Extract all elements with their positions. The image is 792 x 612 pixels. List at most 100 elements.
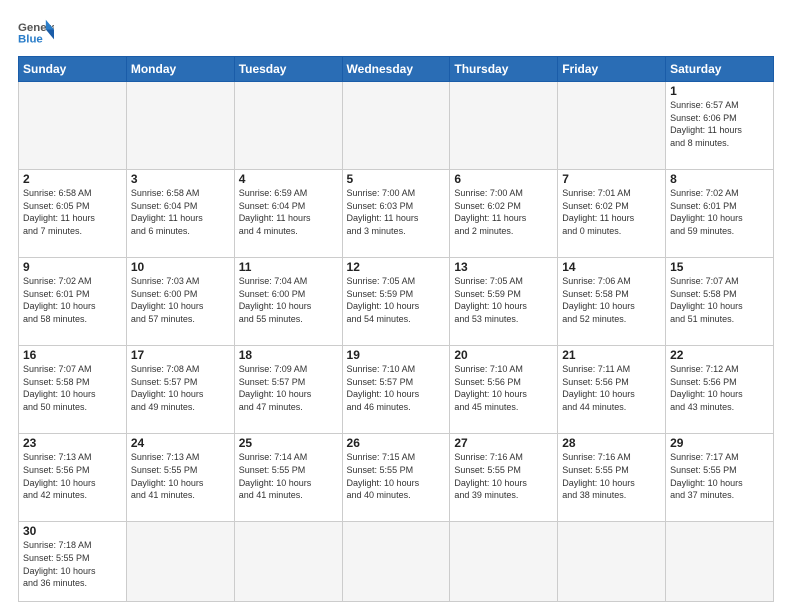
day-number: 27 bbox=[454, 436, 553, 450]
svg-text:Blue: Blue bbox=[18, 34, 43, 46]
day-number: 3 bbox=[131, 172, 230, 186]
day-number: 7 bbox=[562, 172, 661, 186]
day-info: Sunrise: 7:13 AM Sunset: 5:55 PM Dayligh… bbox=[131, 451, 230, 501]
calendar-cell bbox=[450, 82, 558, 170]
calendar-cell: 2Sunrise: 6:58 AM Sunset: 6:05 PM Daylig… bbox=[19, 170, 127, 258]
calendar-cell: 23Sunrise: 7:13 AM Sunset: 5:56 PM Dayli… bbox=[19, 434, 127, 522]
day-number: 17 bbox=[131, 348, 230, 362]
calendar-cell: 19Sunrise: 7:10 AM Sunset: 5:57 PM Dayli… bbox=[342, 346, 450, 434]
day-number: 2 bbox=[23, 172, 122, 186]
day-info: Sunrise: 7:04 AM Sunset: 6:00 PM Dayligh… bbox=[239, 275, 338, 325]
calendar-cell: 24Sunrise: 7:13 AM Sunset: 5:55 PM Dayli… bbox=[126, 434, 234, 522]
calendar-cell bbox=[19, 82, 127, 170]
day-number: 21 bbox=[562, 348, 661, 362]
day-info: Sunrise: 7:06 AM Sunset: 5:58 PM Dayligh… bbox=[562, 275, 661, 325]
calendar-cell bbox=[666, 522, 774, 602]
calendar-cell: 30Sunrise: 7:18 AM Sunset: 5:55 PM Dayli… bbox=[19, 522, 127, 602]
day-info: Sunrise: 6:58 AM Sunset: 6:04 PM Dayligh… bbox=[131, 187, 230, 237]
calendar-cell bbox=[234, 522, 342, 602]
day-number: 5 bbox=[347, 172, 446, 186]
calendar-table: SundayMondayTuesdayWednesdayThursdayFrid… bbox=[18, 56, 774, 602]
calendar-cell: 20Sunrise: 7:10 AM Sunset: 5:56 PM Dayli… bbox=[450, 346, 558, 434]
calendar-cell bbox=[558, 522, 666, 602]
day-number: 25 bbox=[239, 436, 338, 450]
calendar-cell: 8Sunrise: 7:02 AM Sunset: 6:01 PM Daylig… bbox=[666, 170, 774, 258]
day-number: 16 bbox=[23, 348, 122, 362]
weekday-header-friday: Friday bbox=[558, 57, 666, 82]
day-number: 26 bbox=[347, 436, 446, 450]
calendar-cell bbox=[450, 522, 558, 602]
calendar-cell: 7Sunrise: 7:01 AM Sunset: 6:02 PM Daylig… bbox=[558, 170, 666, 258]
day-number: 23 bbox=[23, 436, 122, 450]
day-info: Sunrise: 7:02 AM Sunset: 6:01 PM Dayligh… bbox=[23, 275, 122, 325]
calendar-cell: 21Sunrise: 7:11 AM Sunset: 5:56 PM Dayli… bbox=[558, 346, 666, 434]
calendar-cell: 18Sunrise: 7:09 AM Sunset: 5:57 PM Dayli… bbox=[234, 346, 342, 434]
calendar-cell: 5Sunrise: 7:00 AM Sunset: 6:03 PM Daylig… bbox=[342, 170, 450, 258]
day-info: Sunrise: 7:05 AM Sunset: 5:59 PM Dayligh… bbox=[347, 275, 446, 325]
page: General Blue SundayMondayTuesdayWednesda… bbox=[0, 0, 792, 612]
day-info: Sunrise: 6:59 AM Sunset: 6:04 PM Dayligh… bbox=[239, 187, 338, 237]
day-number: 10 bbox=[131, 260, 230, 274]
calendar-cell: 1Sunrise: 6:57 AM Sunset: 6:06 PM Daylig… bbox=[666, 82, 774, 170]
generalblue-logo-icon: General Blue bbox=[18, 18, 54, 46]
day-number: 18 bbox=[239, 348, 338, 362]
calendar-cell: 27Sunrise: 7:16 AM Sunset: 5:55 PM Dayli… bbox=[450, 434, 558, 522]
day-number: 9 bbox=[23, 260, 122, 274]
weekday-header-tuesday: Tuesday bbox=[234, 57, 342, 82]
day-info: Sunrise: 7:03 AM Sunset: 6:00 PM Dayligh… bbox=[131, 275, 230, 325]
day-number: 8 bbox=[670, 172, 769, 186]
day-number: 14 bbox=[562, 260, 661, 274]
day-info: Sunrise: 7:08 AM Sunset: 5:57 PM Dayligh… bbox=[131, 363, 230, 413]
weekday-header-wednesday: Wednesday bbox=[342, 57, 450, 82]
day-info: Sunrise: 7:02 AM Sunset: 6:01 PM Dayligh… bbox=[670, 187, 769, 237]
day-info: Sunrise: 7:16 AM Sunset: 5:55 PM Dayligh… bbox=[454, 451, 553, 501]
calendar-cell bbox=[342, 522, 450, 602]
day-number: 24 bbox=[131, 436, 230, 450]
day-info: Sunrise: 7:17 AM Sunset: 5:55 PM Dayligh… bbox=[670, 451, 769, 501]
weekday-header-saturday: Saturday bbox=[666, 57, 774, 82]
calendar-cell: 9Sunrise: 7:02 AM Sunset: 6:01 PM Daylig… bbox=[19, 258, 127, 346]
day-number: 1 bbox=[670, 84, 769, 98]
weekday-header-sunday: Sunday bbox=[19, 57, 127, 82]
day-number: 13 bbox=[454, 260, 553, 274]
day-number: 30 bbox=[23, 524, 122, 538]
calendar-cell bbox=[234, 82, 342, 170]
day-info: Sunrise: 7:10 AM Sunset: 5:56 PM Dayligh… bbox=[454, 363, 553, 413]
calendar-cell: 16Sunrise: 7:07 AM Sunset: 5:58 PM Dayli… bbox=[19, 346, 127, 434]
day-number: 15 bbox=[670, 260, 769, 274]
calendar-cell: 10Sunrise: 7:03 AM Sunset: 6:00 PM Dayli… bbox=[126, 258, 234, 346]
day-info: Sunrise: 7:18 AM Sunset: 5:55 PM Dayligh… bbox=[23, 539, 122, 589]
day-number: 22 bbox=[670, 348, 769, 362]
calendar-cell: 6Sunrise: 7:00 AM Sunset: 6:02 PM Daylig… bbox=[450, 170, 558, 258]
calendar-cell: 4Sunrise: 6:59 AM Sunset: 6:04 PM Daylig… bbox=[234, 170, 342, 258]
day-number: 19 bbox=[347, 348, 446, 362]
calendar-cell: 3Sunrise: 6:58 AM Sunset: 6:04 PM Daylig… bbox=[126, 170, 234, 258]
day-number: 6 bbox=[454, 172, 553, 186]
day-info: Sunrise: 6:58 AM Sunset: 6:05 PM Dayligh… bbox=[23, 187, 122, 237]
day-number: 4 bbox=[239, 172, 338, 186]
day-number: 20 bbox=[454, 348, 553, 362]
day-info: Sunrise: 7:13 AM Sunset: 5:56 PM Dayligh… bbox=[23, 451, 122, 501]
weekday-header-monday: Monday bbox=[126, 57, 234, 82]
day-info: Sunrise: 7:12 AM Sunset: 5:56 PM Dayligh… bbox=[670, 363, 769, 413]
day-info: Sunrise: 7:10 AM Sunset: 5:57 PM Dayligh… bbox=[347, 363, 446, 413]
day-info: Sunrise: 7:07 AM Sunset: 5:58 PM Dayligh… bbox=[670, 275, 769, 325]
calendar-cell: 29Sunrise: 7:17 AM Sunset: 5:55 PM Dayli… bbox=[666, 434, 774, 522]
calendar-cell bbox=[558, 82, 666, 170]
calendar-cell: 13Sunrise: 7:05 AM Sunset: 5:59 PM Dayli… bbox=[450, 258, 558, 346]
day-info: Sunrise: 7:01 AM Sunset: 6:02 PM Dayligh… bbox=[562, 187, 661, 237]
calendar-cell: 17Sunrise: 7:08 AM Sunset: 5:57 PM Dayli… bbox=[126, 346, 234, 434]
calendar-cell: 12Sunrise: 7:05 AM Sunset: 5:59 PM Dayli… bbox=[342, 258, 450, 346]
calendar-cell: 15Sunrise: 7:07 AM Sunset: 5:58 PM Dayli… bbox=[666, 258, 774, 346]
day-info: Sunrise: 7:16 AM Sunset: 5:55 PM Dayligh… bbox=[562, 451, 661, 501]
calendar-cell: 11Sunrise: 7:04 AM Sunset: 6:00 PM Dayli… bbox=[234, 258, 342, 346]
day-info: Sunrise: 7:05 AM Sunset: 5:59 PM Dayligh… bbox=[454, 275, 553, 325]
calendar-cell: 28Sunrise: 7:16 AM Sunset: 5:55 PM Dayli… bbox=[558, 434, 666, 522]
day-info: Sunrise: 7:07 AM Sunset: 5:58 PM Dayligh… bbox=[23, 363, 122, 413]
day-info: Sunrise: 7:14 AM Sunset: 5:55 PM Dayligh… bbox=[239, 451, 338, 501]
day-number: 12 bbox=[347, 260, 446, 274]
day-number: 28 bbox=[562, 436, 661, 450]
day-info: Sunrise: 7:11 AM Sunset: 5:56 PM Dayligh… bbox=[562, 363, 661, 413]
weekday-header-thursday: Thursday bbox=[450, 57, 558, 82]
calendar-cell: 26Sunrise: 7:15 AM Sunset: 5:55 PM Dayli… bbox=[342, 434, 450, 522]
